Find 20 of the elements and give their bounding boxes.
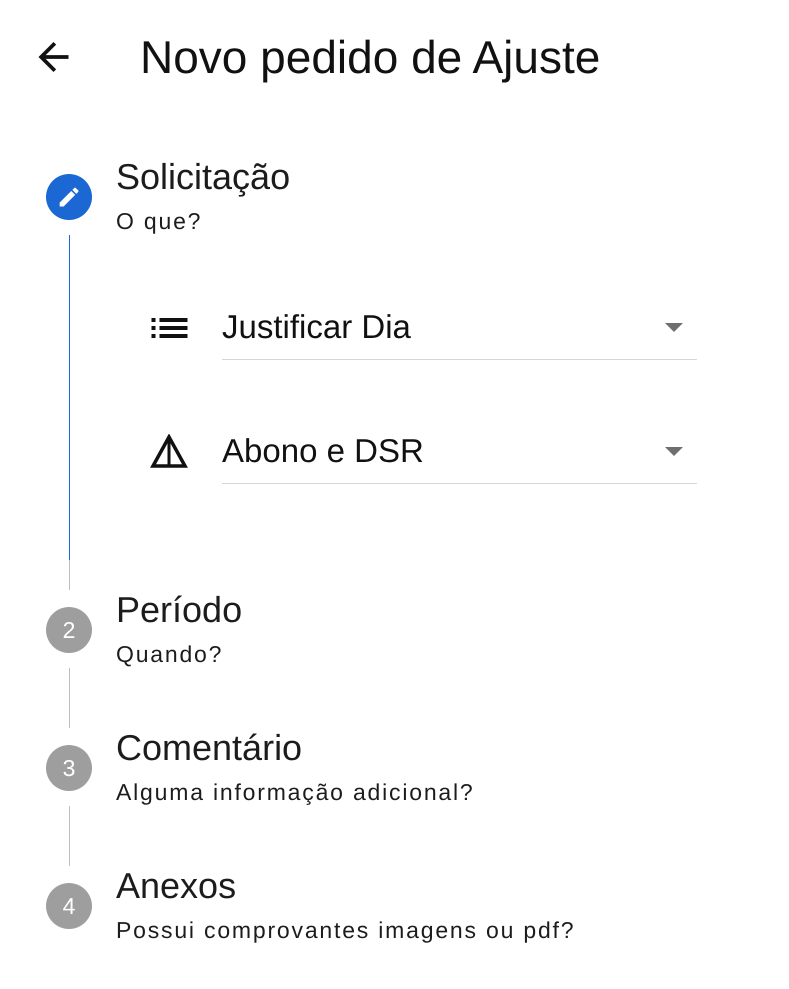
step-subtitle: Alguma informação adicional?	[116, 778, 475, 806]
step-number: 4	[46, 883, 92, 929]
dropdown-field[interactable]: Abono e DSR	[222, 419, 697, 484]
step-number: 3	[46, 745, 92, 791]
dropdown-field[interactable]: Justificar Dia	[222, 295, 697, 360]
page-title: Novo pedido de Ajuste	[140, 31, 600, 83]
step-subtitle: Quando?	[116, 640, 224, 668]
list-icon	[150, 318, 188, 338]
caret-down-icon	[665, 446, 683, 456]
step-title: Solicitação	[116, 157, 290, 197]
triangle-icon	[150, 434, 188, 469]
step-title: Período	[116, 590, 242, 630]
step-number: 2	[46, 607, 92, 653]
step-subtitle: O que?	[116, 207, 204, 235]
caret-down-icon	[665, 322, 683, 332]
step-title: Comentário	[116, 728, 304, 768]
arrow-left-icon	[38, 42, 69, 72]
back-button[interactable]	[38, 42, 69, 72]
step-subtitle: Possui comprovantes imagens ou pdf?	[116, 916, 576, 944]
step-title: Anexos	[116, 866, 238, 906]
